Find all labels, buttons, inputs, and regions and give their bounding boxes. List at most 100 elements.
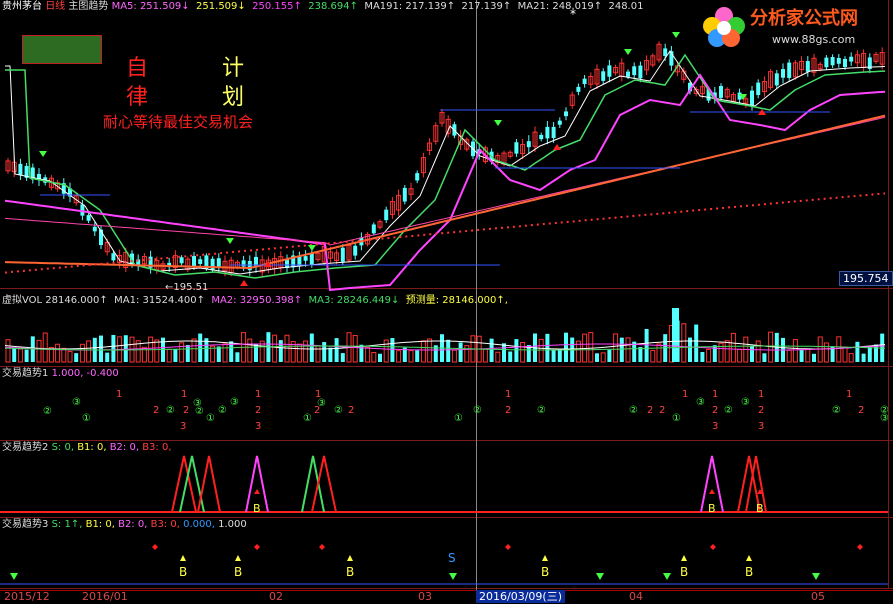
panel3-b3: B3: 0, — [150, 519, 180, 530]
date-label-may: 05 — [811, 590, 825, 603]
volume-bar-down — [309, 333, 314, 362]
trend3-buy-label: B — [179, 565, 187, 579]
volume-bar-down — [198, 333, 203, 362]
ma5d-value: 238.694↑ — [308, 1, 358, 12]
ma5c-value: 250.155↑ — [252, 1, 302, 12]
ma5-value: MA5: 251.509↓ — [111, 1, 190, 12]
panel-separator — [0, 288, 893, 289]
volume-bar-down — [235, 352, 240, 362]
trend3-red-diamond — [857, 544, 863, 550]
trend1-mark: ② — [218, 405, 227, 416]
trend3-sell-arrow — [10, 573, 18, 580]
volume-bar-up — [538, 338, 544, 363]
panel2-name[interactable]: 交易趋势2 — [2, 442, 48, 453]
volume-bar-up — [823, 342, 829, 363]
volume-bar-down — [446, 339, 451, 362]
candle-down — [210, 258, 215, 271]
volume-bar-up — [451, 349, 457, 363]
date-label-feb: 02 — [269, 590, 283, 603]
volume-bar-down — [12, 347, 17, 362]
volume-bar-down — [378, 353, 382, 362]
candle-down — [340, 247, 345, 262]
cursor-date: 2016/03/09(三) — [476, 590, 565, 603]
volume-bar-up — [247, 338, 253, 363]
panel2-header: 交易趋势2 S: 0, B1: 0, B2: 0, B3: 0, — [2, 442, 172, 454]
trend1-mark: ② — [629, 405, 638, 416]
volume-bar-down — [334, 338, 339, 362]
volume-bar-down — [99, 335, 103, 362]
trend3-red-diamond — [152, 544, 158, 550]
candle-down — [86, 215, 91, 221]
volume-bar-up — [191, 338, 197, 363]
candle-down — [830, 56, 835, 66]
trend3-buy-label: B — [541, 565, 549, 579]
candle-down — [111, 253, 116, 261]
vol-name[interactable]: 虚拟VOL — [2, 295, 42, 306]
vol-value: 28146.000↑ — [45, 295, 108, 306]
trend1-mark: 2 — [348, 405, 354, 416]
slogan-line: 耐心等待最佳交易机会 — [103, 113, 254, 131]
trend1-mark: ③ — [741, 397, 750, 408]
trend3-sell-arrow — [596, 573, 604, 580]
trend3-sell-label: S — [448, 551, 456, 565]
trend3-buy-arrow — [235, 555, 241, 561]
volume-bar-up — [154, 339, 160, 363]
volume-bar-down — [458, 342, 463, 362]
panel-separator — [0, 588, 893, 589]
stock-name[interactable]: 贵州茅台 — [2, 1, 42, 12]
vol-ma3: MA3: 28246.449↓ — [308, 295, 400, 306]
volume-bar-down — [173, 349, 178, 362]
trend1-mark: 1 — [682, 389, 688, 400]
trend3-buy-label: B — [234, 565, 242, 579]
period-label[interactable]: 日线 — [45, 1, 65, 12]
volume-bar-down — [700, 352, 705, 362]
low-price-label: ←195.51 — [165, 282, 209, 293]
trend3-red-diamond — [254, 544, 260, 550]
volume-bar-up — [79, 343, 85, 363]
volume-bar-up — [383, 339, 389, 363]
volume-bar-down — [185, 344, 190, 362]
volume-bar-down — [415, 350, 420, 362]
date-axis — [0, 590, 893, 604]
volume-bar-up — [365, 346, 371, 363]
trend1-mark: ① — [82, 413, 91, 424]
trend2-buy-arrow — [254, 489, 260, 494]
volume-bar-up — [805, 348, 811, 363]
panel1-name[interactable]: 交易趋势1 — [2, 368, 48, 379]
ma-red-dotted-line — [4, 192, 886, 274]
volume-bar-down — [105, 352, 110, 362]
date-label-jan: 2016/01 — [82, 590, 128, 603]
candle-down — [371, 224, 376, 234]
candle-down — [750, 90, 754, 106]
candle-down — [384, 209, 389, 221]
trend1-mark: ③ — [72, 397, 81, 408]
trend1-mark: 3 — [255, 421, 261, 432]
info-box — [22, 35, 102, 64]
trend1-mark: ① — [672, 413, 681, 424]
volume-bar-down — [123, 335, 128, 362]
candle-down — [663, 48, 668, 57]
panel2-b3: B3: 0, — [142, 442, 172, 453]
volume-bar-up — [179, 342, 185, 363]
trend2-peak — [171, 455, 197, 513]
volume-bar-up — [650, 349, 656, 363]
volume-bar-up — [706, 348, 712, 363]
panel1-values: 1.000, -0.400 — [51, 368, 119, 379]
panel3-name[interactable]: 交易趋势3 — [2, 519, 48, 530]
trend1-mark: 2 — [712, 405, 718, 416]
volume-bar-up — [464, 345, 470, 363]
trend1-mark: ③ — [880, 413, 889, 424]
candle-down — [514, 142, 519, 154]
volume-bar-up — [656, 343, 662, 363]
volume-bar-down — [694, 324, 699, 362]
volume-bar-down — [254, 343, 258, 362]
candle-down — [92, 226, 97, 232]
trend3-sell-arrow — [449, 573, 457, 580]
volume-header: 虚拟VOL 28146.000↑, MA1: 31524.400↑, MA2: … — [2, 295, 508, 306]
candle-down — [781, 69, 785, 78]
volume-bar-up — [786, 349, 792, 363]
trend1-mark: 3 — [758, 421, 764, 432]
candle-down — [241, 260, 246, 267]
candle-down — [774, 73, 779, 86]
volume-bar-down — [799, 349, 804, 362]
